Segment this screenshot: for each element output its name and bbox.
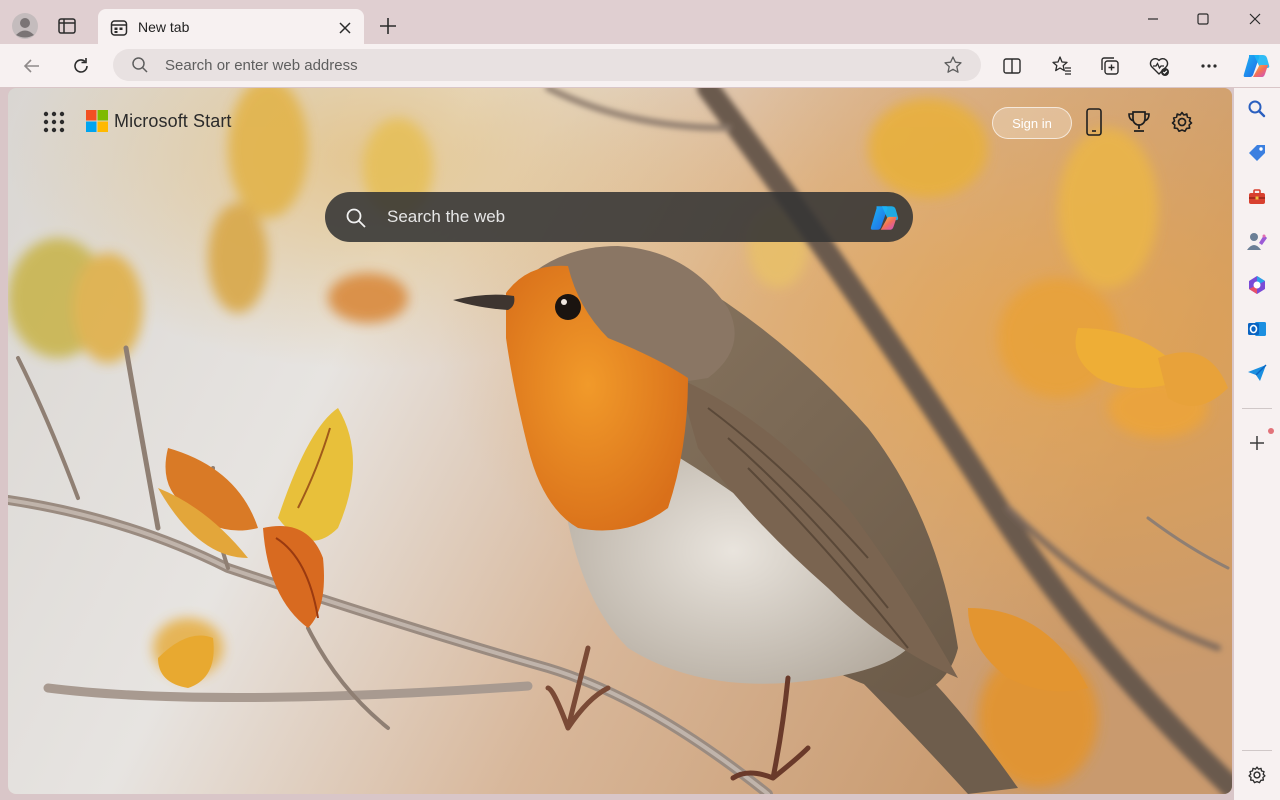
close-window-icon[interactable]: [1236, 6, 1274, 32]
tab-favicon-icon: [110, 19, 128, 37]
drop-send-icon[interactable]: [1244, 360, 1270, 386]
tools-briefcase-icon[interactable]: [1244, 184, 1270, 210]
title-bar: New tab: [0, 0, 1280, 45]
tab-new-tab[interactable]: New tab: [98, 9, 364, 45]
settings-gear-icon[interactable]: [1170, 110, 1194, 134]
split-screen-icon[interactable]: [999, 53, 1025, 79]
tab-title: New tab: [138, 19, 190, 35]
sidebar-search-icon[interactable]: [1244, 96, 1270, 122]
search-icon: [131, 56, 149, 74]
more-icon[interactable]: [1196, 53, 1222, 79]
brand-name[interactable]: Microsoft Start: [114, 111, 232, 132]
tab-actions-icon[interactable]: [54, 13, 80, 39]
search-icon: [345, 207, 367, 229]
favorites-icon[interactable]: [1049, 53, 1075, 79]
games-icon[interactable]: [1244, 228, 1270, 254]
shopping-tag-icon[interactable]: [1244, 140, 1270, 166]
outlook-icon[interactable]: [1244, 316, 1270, 342]
new-tab-page: Microsoft Start Sign in: [8, 88, 1232, 794]
maximize-icon[interactable]: [1184, 6, 1222, 32]
notification-dot: [1268, 428, 1274, 434]
add-icon[interactable]: [1244, 430, 1270, 456]
address-bar[interactable]: [113, 49, 981, 81]
address-input[interactable]: [165, 49, 925, 81]
microsoft-365-icon[interactable]: [1244, 272, 1270, 298]
sidebar-separator: [1242, 750, 1272, 751]
minimize-icon[interactable]: [1134, 6, 1172, 32]
rewards-trophy-icon[interactable]: [1126, 110, 1152, 134]
back-icon[interactable]: [18, 52, 46, 80]
web-search-box[interactable]: [325, 192, 913, 242]
new-tab-icon[interactable]: [376, 14, 400, 38]
edge-sidebar: [1234, 88, 1280, 800]
sidebar-settings-gear-icon[interactable]: [1244, 762, 1270, 788]
web-search-input[interactable]: [387, 192, 847, 242]
apps-launcher-icon[interactable]: [42, 110, 66, 134]
sidebar-separator: [1242, 408, 1272, 409]
microsoft-logo[interactable]: [86, 110, 108, 132]
close-tab-icon[interactable]: [334, 17, 356, 39]
phone-icon[interactable]: [1082, 108, 1106, 136]
toolbar: [0, 44, 1280, 87]
copilot-icon[interactable]: [867, 202, 901, 234]
collections-icon[interactable]: [1097, 53, 1123, 79]
profile-icon[interactable]: [10, 11, 40, 41]
favorite-star-icon[interactable]: [943, 55, 963, 75]
copilot-icon[interactable]: [1240, 50, 1272, 82]
sign-in-button[interactable]: Sign in: [992, 107, 1072, 139]
browser-essentials-icon[interactable]: [1146, 53, 1172, 79]
refresh-icon[interactable]: [67, 52, 95, 80]
